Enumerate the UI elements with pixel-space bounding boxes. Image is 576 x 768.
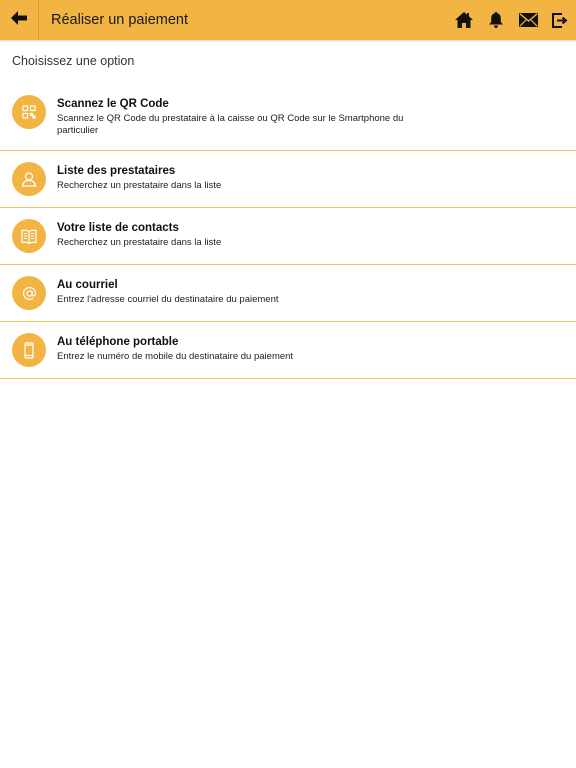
option-description: Recherchez un prestataire dans la liste (57, 237, 222, 248)
mobile-phone-icon (12, 333, 46, 367)
qr-code-icon (12, 95, 46, 129)
contacts-book-icon (12, 219, 46, 253)
page-title: Réaliser un paiement (51, 12, 189, 28)
arrow-left-icon (11, 10, 27, 30)
option-scan-qr-code[interactable]: Scannez le QR Code Scannez le QR Code du… (0, 80, 576, 151)
option-mobile-phone[interactable]: Au téléphone portable Entrez le numéro d… (0, 322, 576, 379)
option-contact-list[interactable]: Votre liste de contacts Recherchez un pr… (0, 208, 576, 265)
option-label: Au téléphone portable (57, 336, 179, 348)
option-label: Scannez le QR Code (57, 98, 169, 110)
back-button[interactable] (0, 0, 39, 40)
bell-icon (489, 12, 503, 28)
option-description: Entrez l'adresse courriel du destinatair… (57, 294, 279, 305)
messages-button[interactable] (512, 0, 544, 40)
user-icon (12, 162, 46, 196)
mail-icon (518, 13, 538, 27)
logout-icon (552, 12, 568, 28)
option-email[interactable]: Au courriel Entrez l'adresse courriel du… (0, 265, 576, 322)
option-description: Entrez le numéro de mobile du destinatai… (57, 351, 294, 362)
payment-options-list: Scannez le QR Code Scannez le QR Code du… (0, 80, 576, 379)
option-label: Au courriel (57, 279, 118, 291)
option-label: Liste des prestataires (57, 165, 176, 177)
app-header: Réaliser un paiement (0, 0, 576, 40)
notifications-button[interactable] (480, 0, 512, 40)
option-description: Scannez le QR Code du prestataire à la c… (57, 113, 404, 136)
option-description: Recherchez un prestataire dans la liste (57, 180, 222, 191)
home-icon (455, 12, 473, 28)
prompt-text: Choisissez une option (12, 54, 135, 68)
option-provider-list[interactable]: Liste des prestataires Recherchez un pre… (0, 151, 576, 208)
home-button[interactable] (448, 0, 480, 40)
logout-button[interactable] (544, 0, 576, 40)
at-icon (12, 276, 46, 310)
option-label: Votre liste de contacts (57, 222, 179, 234)
